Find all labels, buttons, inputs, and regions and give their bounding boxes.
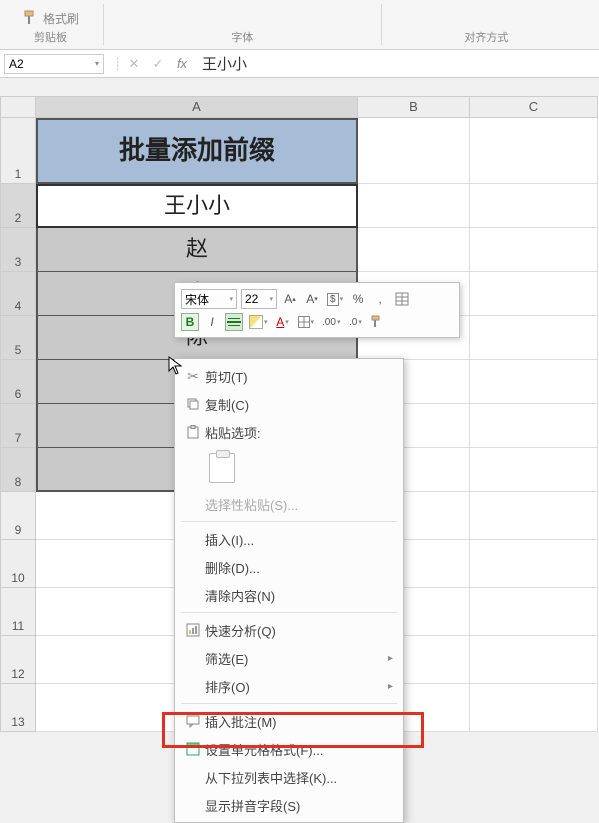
ribbon-group-label-align: 对齐方式 [464,29,508,45]
formula-bar: A2 ▾ ┊ ✕ ✓ fx [0,50,599,78]
bucket-icon [249,315,263,329]
cell-c3[interactable] [470,228,598,272]
menu-pick-from-list[interactable]: 从下拉列表中选择(K)... [175,763,403,791]
menu-insert[interactable]: 插入(I)... [175,525,403,553]
ribbon-group-label-clipboard: 剪贴板 [34,29,67,45]
border-icon [298,316,310,328]
column-header-a[interactable]: A [36,96,358,118]
paintbrush-icon [22,9,40,27]
menu-paste-special: 选择性粘贴(S)... [175,490,403,518]
comment-icon [181,714,205,728]
menu-quick-analysis[interactable]: 快速分析(Q) [175,616,403,644]
format-painter-button[interactable]: 格式刷 [18,7,83,29]
decrease-decimal-button[interactable]: .0 [346,313,364,331]
comma-style-button[interactable]: , [371,290,389,308]
percent-button[interactable]: % [349,290,367,308]
font-color-icon: A [276,315,284,329]
name-box[interactable]: A2 ▾ [4,54,104,74]
format-painter-label: 格式刷 [43,10,79,27]
column-header-c[interactable]: C [470,96,598,118]
chevron-down-icon: ▾ [95,59,99,68]
ribbon-group-clipboard: 格式刷 剪贴板 [8,0,103,49]
cell-b3[interactable] [358,228,470,272]
ribbon-group-align: 对齐方式 [382,0,591,49]
cell-b1[interactable] [358,118,470,184]
row-header-8[interactable]: 8 [0,448,36,492]
borders-button[interactable] [296,313,317,331]
cell-b2[interactable] [358,184,470,228]
clipboard-icon [181,425,205,439]
ribbon-group-label-font: 字体 [231,29,253,45]
row-header-7[interactable]: 7 [0,404,36,448]
row-header-9[interactable]: 9 [0,492,36,540]
increase-decimal-button[interactable]: .00 [320,313,342,331]
select-all-corner[interactable] [0,96,36,118]
cell-c5[interactable] [470,316,598,360]
row-header-4[interactable]: 4 [0,272,36,316]
fill-color-button[interactable] [247,313,270,331]
formula-input[interactable] [194,54,595,74]
decrease-font-icon[interactable]: A▾ [303,290,321,308]
cell-c4[interactable] [470,272,598,316]
font-size-selector[interactable]: 22▾ [241,289,277,309]
row-header-11[interactable]: 11 [0,588,36,636]
menu-show-pinyin[interactable]: 显示拼音字段(S) [175,791,403,819]
ribbon-group-font: 字体 [104,0,381,49]
cancel-formula-button[interactable]: ✕ [122,56,146,72]
row-header-6[interactable]: 6 [0,360,36,404]
font-name-selector[interactable]: 宋体▾ [181,289,237,309]
menu-delete[interactable]: 删除(D)... [175,553,403,581]
menu-cut[interactable]: ✂ 剪切(T) [175,362,403,390]
row-header-1[interactable]: 1 [0,118,36,184]
cell-a3[interactable]: 赵 [36,228,358,272]
menu-insert-comment[interactable]: 插入批注(M) [175,707,403,735]
confirm-formula-button[interactable]: ✓ [146,56,170,72]
font-color-button[interactable]: A [274,313,292,331]
cell-c7[interactable] [470,404,598,448]
name-box-value: A2 [9,57,24,71]
menu-paste-options-label: 粘贴选项: [175,418,403,446]
paste-icon [209,453,235,483]
cell-c8[interactable] [470,448,598,492]
row-header-2[interactable]: 2 [0,184,36,228]
row-header-12[interactable]: 12 [0,636,36,684]
paintbrush-icon [370,315,384,329]
cell-c6[interactable] [470,360,598,404]
fx-icon[interactable]: fx [170,56,194,71]
bold-button[interactable]: B [181,313,199,331]
menu-copy[interactable]: 复制(C) [175,390,403,418]
row-header-5[interactable]: 5 [0,316,36,360]
menu-format-cells[interactable]: 设置单元格格式(F)... [175,735,403,763]
align-center-button[interactable] [225,313,243,331]
italic-button[interactable]: I [203,313,221,331]
format-table-icon[interactable] [393,290,411,308]
scissors-icon: ✂ [181,368,205,385]
mini-toolbar: 宋体▾ 22▾ A▴ A▾ $ % , B I A .00 .0 [174,282,460,338]
increase-font-icon[interactable]: A▴ [281,290,299,308]
accounting-format-button[interactable]: $ [325,290,345,308]
format-cells-icon [181,742,205,756]
quick-analysis-icon [181,623,205,637]
cell-a2[interactable]: 王小小 [36,184,358,228]
copy-icon [181,397,205,411]
row-header-10[interactable]: 10 [0,540,36,588]
ribbon: 格式刷 剪贴板 字体 对齐方式 [0,0,599,50]
context-menu: ✂ 剪切(T) 复制(C) 粘贴选项: 选择性粘贴(S)... 插入(I)...… [174,358,404,823]
row-header-3[interactable]: 3 [0,228,36,272]
menu-clear-contents[interactable]: 清除内容(N) [175,581,403,609]
cell-c2[interactable] [470,184,598,228]
menu-paste-default[interactable] [175,446,403,490]
format-painter-mini-button[interactable] [368,313,386,331]
cell-a1[interactable]: 批量添加前缀 [36,118,358,184]
cell-c1[interactable] [470,118,598,184]
menu-filter[interactable]: 筛选(E) [175,644,403,672]
column-headers: A B C [0,96,599,118]
column-header-b[interactable]: B [358,96,470,118]
row-header-13[interactable]: 13 [0,684,36,732]
menu-sort[interactable]: 排序(O) [175,672,403,700]
